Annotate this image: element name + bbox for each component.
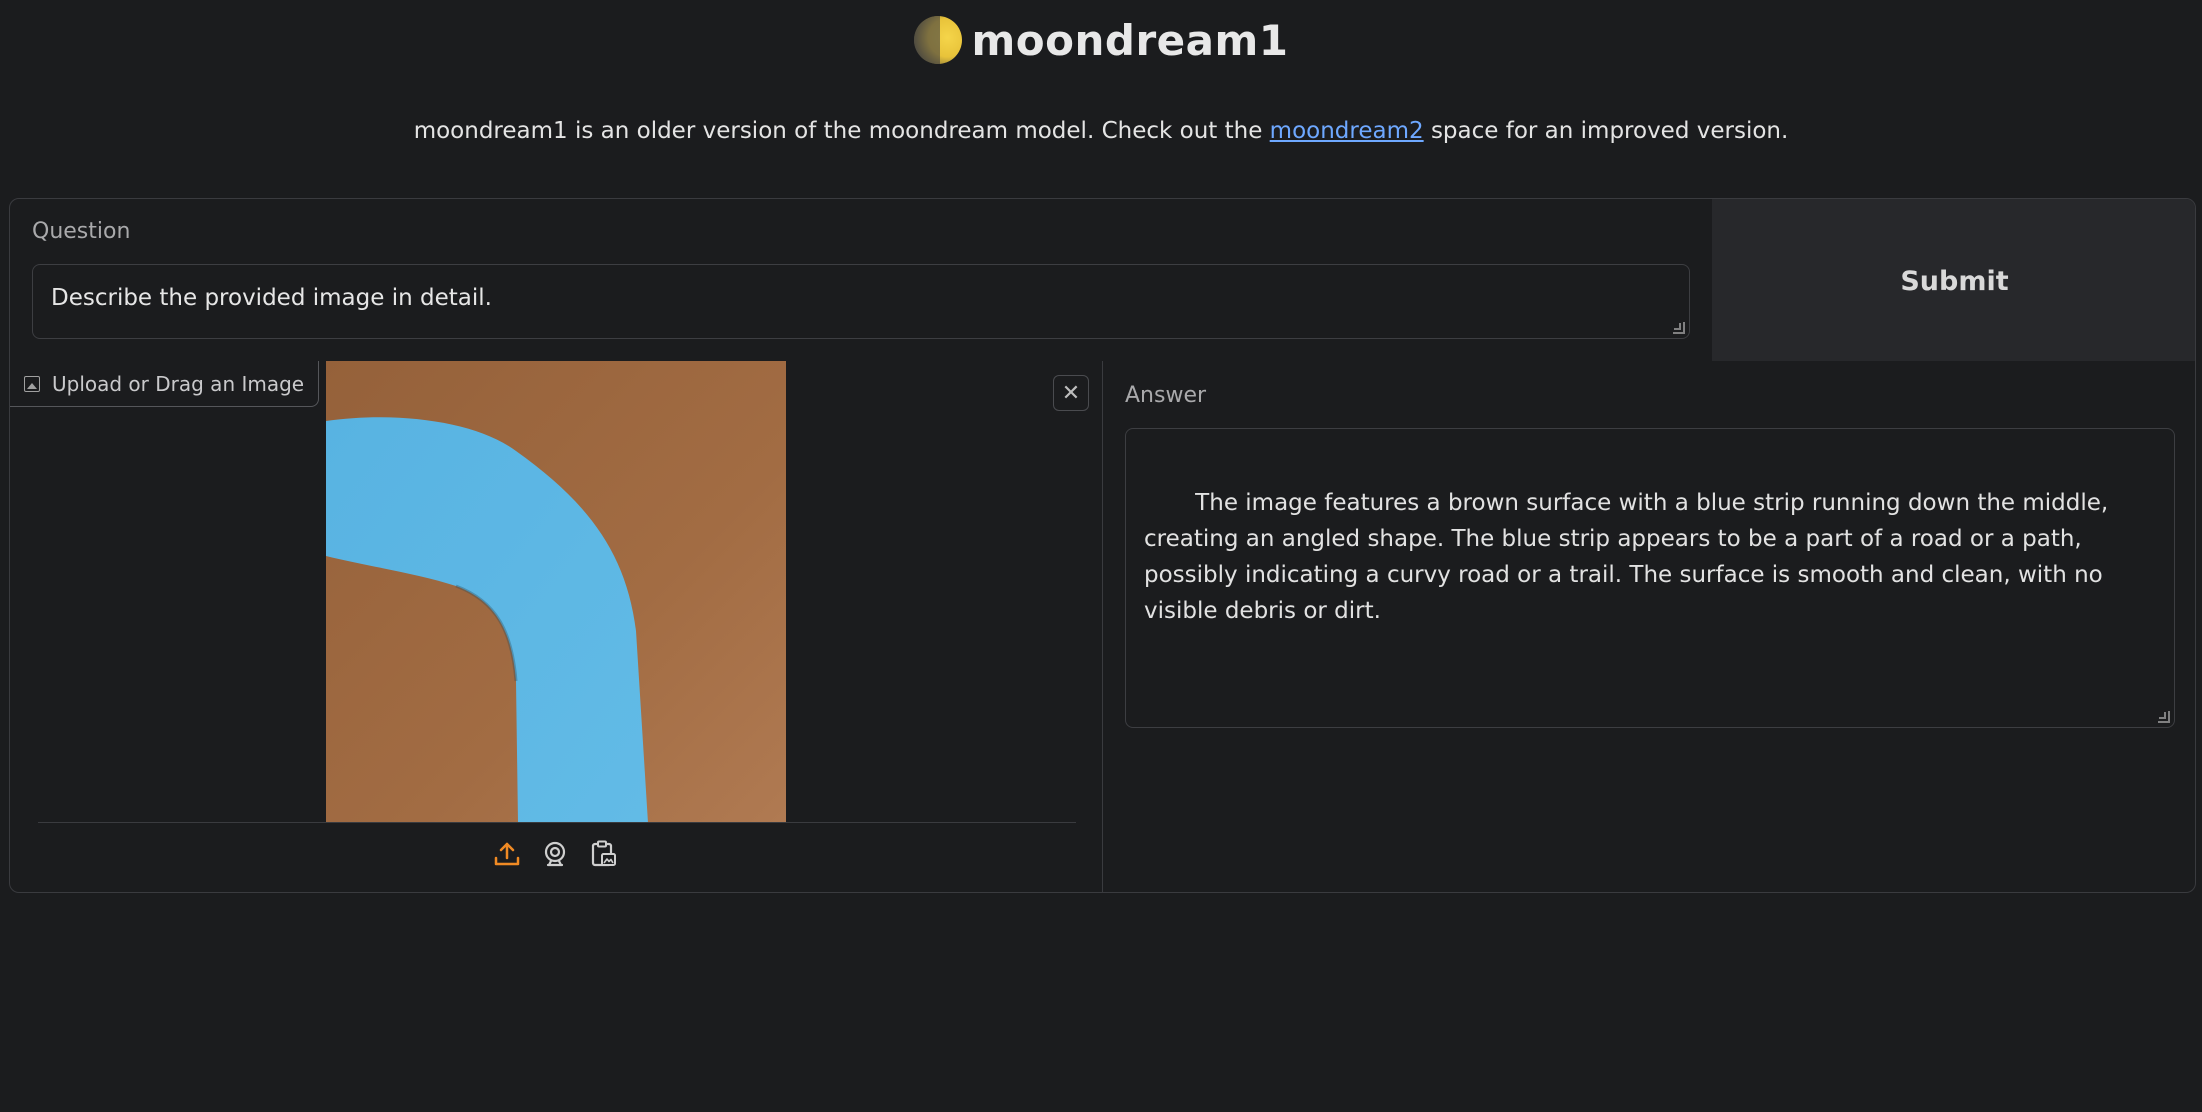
answer-area: Answer The image features a brown surfac…: [1103, 361, 2196, 892]
uploaded-image-graphic: [326, 361, 786, 823]
image-input-area[interactable]: Upload or Drag an Image ✕: [10, 361, 1103, 892]
resize-handle-icon[interactable]: [1673, 322, 1685, 334]
question-label: Question: [32, 219, 131, 244]
page-title: moondream1: [971, 15, 1289, 65]
question-panel: Question Describe the provided image in …: [9, 198, 2196, 362]
answer-text: The image features a brown surface with …: [1144, 490, 2116, 624]
submit-button[interactable]: Submit: [1712, 199, 2195, 361]
image-input-label-text: Upload or Drag an Image: [52, 371, 305, 396]
answer-label: Answer: [1125, 383, 1207, 408]
description-text-start: moondream1 is an older version of the mo…: [413, 118, 1270, 144]
question-text: Describe the provided image in detail.: [51, 285, 492, 311]
image-divider: [38, 822, 1076, 823]
app-header: moondream1: [0, 0, 2202, 90]
close-icon[interactable]: ✕: [1053, 375, 1089, 411]
question-input[interactable]: Describe the provided image in detail.: [32, 264, 1690, 339]
resize-handle-icon[interactable]: [2158, 711, 2170, 723]
webcam-icon[interactable]: [540, 839, 570, 869]
title-wrap: moondream1: [913, 15, 1289, 65]
moon-icon: [913, 16, 962, 64]
image-input-label: Upload or Drag an Image: [10, 361, 320, 407]
description-text-end: space for an improved version.: [1423, 118, 1789, 144]
upload-icon[interactable]: [492, 839, 522, 869]
page-description: moondream1 is an older version of the mo…: [0, 118, 2202, 144]
answer-output[interactable]: The image features a brown surface with …: [1125, 428, 2175, 728]
question-area: Question Describe the provided image in …: [10, 199, 1712, 361]
uploaded-image: [326, 361, 786, 823]
image-icon: [24, 375, 40, 392]
clipboard-icon[interactable]: [588, 839, 618, 869]
image-source-toolbar: [492, 839, 618, 869]
io-panel: Upload or Drag an Image ✕ Answer The ima…: [9, 361, 2196, 893]
moondream2-link[interactable]: moondream2: [1270, 118, 1424, 144]
